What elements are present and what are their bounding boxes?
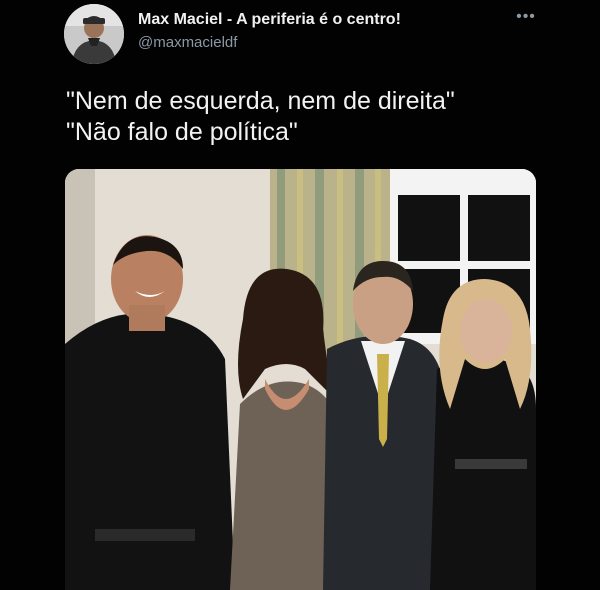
author-handle[interactable]: @maxmacieldf [138, 32, 518, 54]
tweet-card: Max Maciel - A periferia é o centro! @ma… [0, 0, 600, 590]
user-avatar-icon [64, 4, 124, 64]
author-avatar[interactable] [64, 4, 124, 64]
tweet-text-line: "Não falo de política" [66, 118, 298, 146]
more-horizontal-icon[interactable]: ••• [512, 6, 540, 28]
tweet-text: "Nem de esquerda, nem de direita" "Não f… [66, 86, 546, 148]
author-display-name[interactable]: Max Maciel - A periferia é o centro! [138, 10, 518, 30]
photo-icon [65, 169, 536, 590]
tweet-header: Max Maciel - A periferia é o centro! @ma… [138, 10, 518, 54]
tweet-photo[interactable] [65, 169, 536, 590]
tweet-text-line: "Nem de esquerda, nem de direita" [66, 87, 455, 115]
